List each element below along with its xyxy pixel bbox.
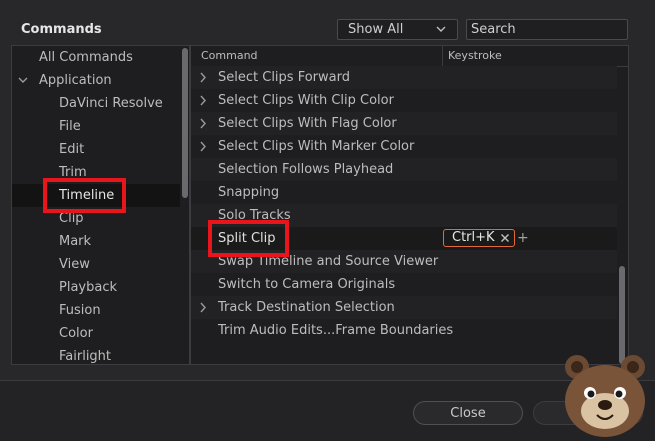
tree-item-mark[interactable]: Mark bbox=[12, 230, 180, 253]
chevron-right-icon[interactable] bbox=[197, 66, 209, 89]
tree-item-all-commands[interactable]: All Commands bbox=[12, 46, 180, 69]
command-name: Swap Timeline and Source Viewer bbox=[218, 254, 439, 269]
show-filter-value: Show All bbox=[348, 22, 404, 37]
tree-item-file[interactable]: File bbox=[12, 115, 180, 138]
chevron-right-icon[interactable] bbox=[197, 296, 209, 319]
chevron-right-icon[interactable] bbox=[197, 135, 209, 158]
table-row[interactable]: Select Clips With Flag Color bbox=[191, 112, 617, 135]
command-name: Switch to Camera Originals bbox=[218, 277, 396, 292]
tree-item-fusion[interactable]: Fusion bbox=[12, 299, 180, 322]
chevron-right-icon[interactable] bbox=[197, 89, 209, 112]
tree-item-label: Clip bbox=[59, 211, 84, 226]
table-row[interactable]: Select Clips With Marker Color bbox=[191, 135, 617, 158]
tree-item-timeline[interactable]: Timeline bbox=[12, 184, 180, 207]
tree-scrollbar[interactable] bbox=[181, 46, 189, 198]
tree-item-label: Color bbox=[59, 326, 93, 341]
show-filter-dropdown[interactable]: Show All bbox=[337, 19, 458, 40]
chevron-right-icon[interactable] bbox=[197, 112, 209, 135]
dialog-title: Commands bbox=[21, 22, 102, 37]
column-header-keystroke[interactable]: Keystroke bbox=[448, 49, 502, 62]
chevron-down-icon bbox=[436, 26, 446, 32]
tree-item-label: Timeline bbox=[59, 188, 115, 203]
command-name: Track Destination Selection bbox=[218, 300, 395, 315]
commands-dialog: Commands Show All All Commands Applicatio… bbox=[0, 0, 655, 381]
tree-item-label: Fairlight bbox=[59, 349, 112, 364]
column-divider[interactable] bbox=[442, 46, 443, 66]
keystroke-label: Ctrl+K bbox=[452, 230, 495, 245]
tree-item-label: DaVinci Resolve bbox=[59, 96, 163, 111]
close-button[interactable]: Close bbox=[413, 401, 523, 425]
command-name: Select Clips Forward bbox=[218, 70, 350, 85]
tree-item-view[interactable]: View bbox=[12, 253, 180, 276]
tree-item-label: Edit bbox=[59, 142, 85, 157]
tree-item-label: All Commands bbox=[39, 50, 133, 65]
tree-item-edit[interactable]: Edit bbox=[12, 138, 180, 161]
tree-item-label: Application bbox=[39, 73, 112, 88]
command-name: Select Clips With Flag Color bbox=[218, 116, 397, 131]
table-row[interactable]: Select Clips With Clip Color bbox=[191, 89, 617, 112]
bear-mascot-icon bbox=[565, 355, 645, 437]
command-name: Snapping bbox=[218, 185, 280, 200]
command-name: Trim Audio Edits...Frame Boundaries bbox=[218, 323, 454, 338]
tree-item-label: Trim bbox=[59, 165, 87, 180]
table-row[interactable]: Solo Tracks bbox=[191, 204, 617, 227]
keystroke-chip[interactable]: Ctrl+K bbox=[443, 229, 515, 247]
tree-item-label: Fusion bbox=[59, 303, 101, 318]
chevron-down-icon[interactable] bbox=[17, 69, 29, 92]
table-row[interactable]: Swap Timeline and Source Viewer bbox=[191, 250, 617, 273]
table-header: Command Keystroke bbox=[191, 46, 628, 67]
remove-keystroke-icon[interactable] bbox=[500, 233, 510, 243]
tree-item-application[interactable]: Application bbox=[12, 69, 180, 92]
command-name: Select Clips With Clip Color bbox=[218, 93, 394, 108]
column-header-command[interactable]: Command bbox=[201, 49, 258, 62]
tree-item-playback[interactable]: Playback bbox=[12, 276, 180, 299]
command-name: Selection Follows Playhead bbox=[218, 162, 394, 177]
tree-item-davinci-resolve[interactable]: DaVinci Resolve bbox=[12, 92, 180, 115]
table-row[interactable]: Selection Follows Playhead bbox=[191, 158, 617, 181]
command-name: Split Clip bbox=[218, 231, 276, 246]
add-keystroke-icon[interactable]: + bbox=[517, 227, 529, 250]
table-row[interactable]: Trim Audio Edits...Frame Boundaries bbox=[191, 319, 617, 342]
command-name: Solo Tracks bbox=[218, 208, 291, 223]
command-name: Select Clips With Marker Color bbox=[218, 139, 415, 154]
tree-item-label: Playback bbox=[59, 280, 118, 295]
table-row[interactable]: Switch to Camera Originals bbox=[191, 273, 617, 296]
tree-item-label: File bbox=[59, 119, 81, 134]
tree-item-fairlight[interactable]: Fairlight bbox=[12, 345, 180, 364]
table-row[interactable]: Split Clip Ctrl+K + bbox=[191, 227, 617, 250]
tree-scrollbar-thumb[interactable] bbox=[182, 48, 188, 198]
search-input[interactable] bbox=[466, 19, 628, 40]
table-row[interactable]: Snapping bbox=[191, 181, 617, 204]
table-row[interactable]: Track Destination Selection bbox=[191, 296, 617, 319]
tree-item-trim[interactable]: Trim bbox=[12, 161, 180, 184]
tree-item-clip[interactable]: Clip bbox=[12, 207, 180, 230]
tree-item-color[interactable]: Color bbox=[12, 322, 180, 345]
commands-table: Command Keystroke Select Clips Forward Se… bbox=[190, 45, 629, 365]
tree-item-label: View bbox=[59, 257, 90, 272]
tree-item-label: Mark bbox=[59, 234, 92, 249]
command-category-tree: All Commands Application DaVinci Resolve Fi… bbox=[11, 45, 190, 365]
table-row[interactable]: Select Clips Forward bbox=[191, 66, 617, 89]
